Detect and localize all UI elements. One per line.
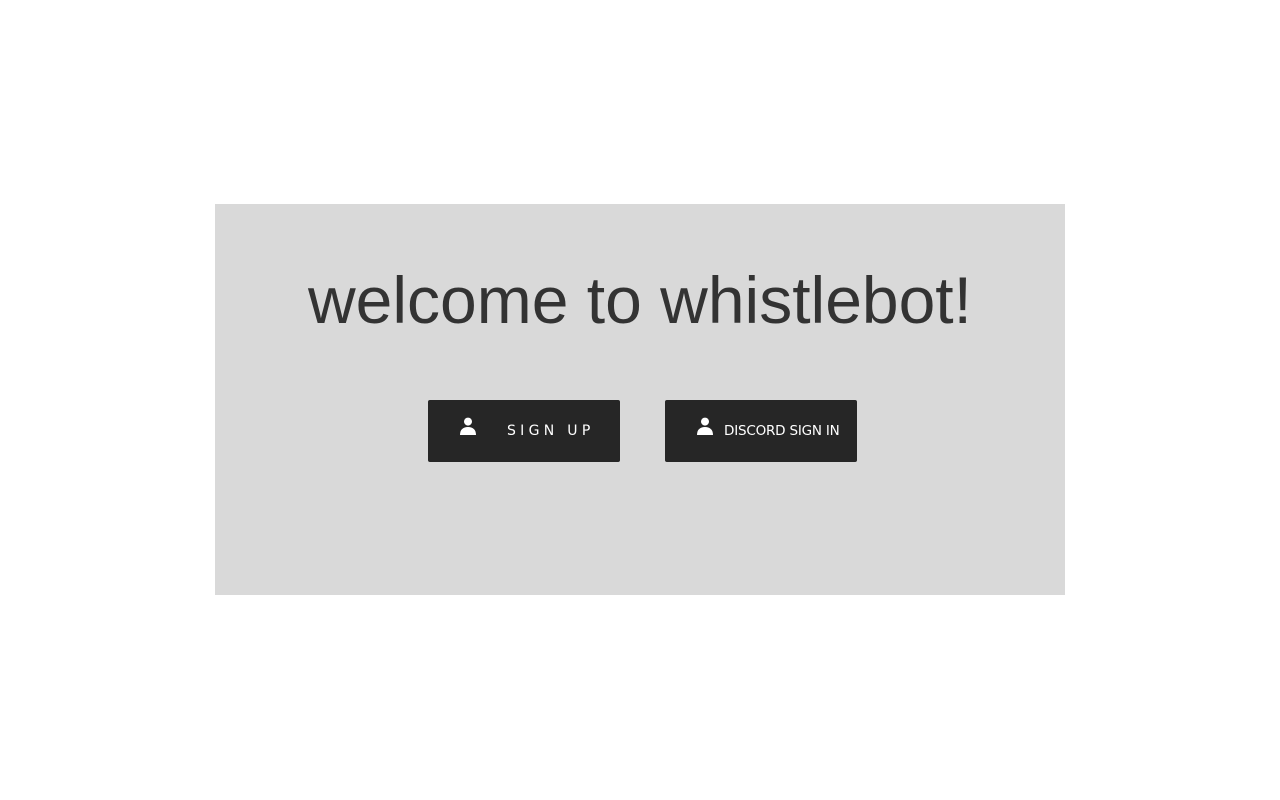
- page: welcome to whistlebot! SIGN UP DISCORD S…: [0, 0, 1280, 800]
- sign-up-label: SIGN UP: [507, 423, 595, 439]
- discord-sign-in-label: DISCORD SIGN IN: [724, 423, 840, 439]
- sign-up-button[interactable]: SIGN UP: [428, 400, 620, 462]
- user-icon: [459, 417, 477, 435]
- user-icon: [696, 417, 714, 435]
- page-title: welcome to whistlebot!: [308, 263, 972, 337]
- welcome-panel: welcome to whistlebot! SIGN UP DISCORD S…: [215, 204, 1065, 595]
- discord-sign-in-button[interactable]: DISCORD SIGN IN: [665, 400, 857, 462]
